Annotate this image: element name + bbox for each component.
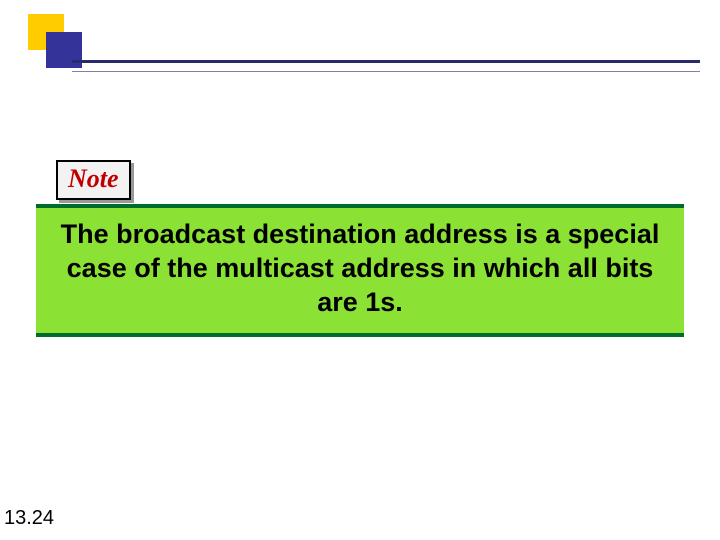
- note-body-text: The broadcast destination address is a s…: [50, 218, 670, 319]
- note-label-box: Note: [56, 160, 131, 200]
- page-number: 13.24: [4, 507, 54, 530]
- note-callout: The broadcast destination address is a s…: [36, 204, 684, 337]
- note-label-text: Note: [68, 164, 119, 193]
- header-divider: [72, 60, 700, 72]
